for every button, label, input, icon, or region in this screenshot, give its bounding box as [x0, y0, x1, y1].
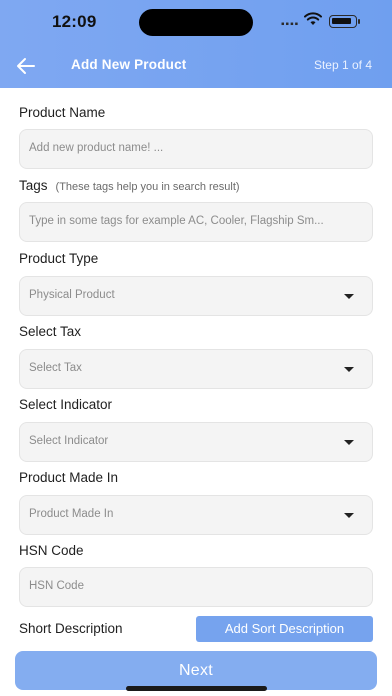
dropdown-caret-icon: [344, 513, 354, 518]
tax-value: Select Tax: [29, 362, 82, 374]
indicator-value: Select Indicator: [29, 435, 109, 447]
made-in-select[interactable]: Product Made In: [19, 495, 373, 535]
product-type-value: Physical Product: [29, 289, 115, 301]
step-indicator: Step 1 of 4: [313, 58, 372, 72]
tax-label: Select Tax: [19, 324, 82, 339]
hsn-placeholder: HSN Code: [29, 580, 84, 592]
wifi-icon: [304, 12, 322, 25]
indicator-select[interactable]: Select Indicator: [19, 422, 373, 462]
made-in-label: Product Made In: [19, 470, 119, 485]
header: 12:09 ▪▪▪▪ Add New Product Step 1 of 4: [0, 0, 392, 88]
tax-select[interactable]: Select Tax: [19, 349, 373, 389]
dropdown-caret-icon: [344, 294, 354, 299]
product-type-label: Product Type: [19, 251, 99, 266]
notch: [139, 9, 253, 36]
dropdown-caret-icon: [344, 367, 354, 372]
status-bar: 12:09 ▪▪▪▪: [0, 0, 392, 44]
product-name-input[interactable]: Add new product name! ...: [19, 129, 373, 169]
made-in-value: Product Made In: [29, 508, 114, 520]
status-time: 12:09: [52, 12, 97, 31]
back-arrow-icon[interactable]: [14, 55, 38, 77]
nav-bar: Add New Product Step 1 of 4: [0, 44, 392, 88]
hsn-input[interactable]: HSN Code: [19, 567, 373, 607]
indicator-label: Select Indicator: [19, 397, 113, 412]
page-title: Add New Product: [71, 57, 187, 72]
tags-input[interactable]: Type in some tags for example AC, Cooler…: [19, 202, 373, 242]
product-name-label: Product Name: [19, 105, 106, 120]
home-indicator: [126, 686, 267, 691]
next-button[interactable]: Next: [15, 651, 377, 690]
tags-label: Tags: [19, 178, 48, 193]
add-short-description-button[interactable]: Add Sort Description: [196, 616, 373, 642]
product-type-select[interactable]: Physical Product: [19, 276, 373, 316]
tags-label-row: Tags (These tags help you in search resul…: [19, 178, 240, 193]
dropdown-caret-icon: [344, 440, 354, 445]
tags-placeholder: Type in some tags for example AC, Cooler…: [29, 215, 324, 227]
signal-dots-icon: ▪▪▪▪: [281, 19, 300, 30]
short-description-label: Short Description: [19, 621, 123, 636]
battery-icon: [329, 15, 360, 28]
hsn-label: HSN Code: [19, 543, 84, 558]
tags-hint: (These tags help you in search result): [55, 181, 240, 193]
product-name-placeholder: Add new product name! ...: [29, 142, 164, 154]
